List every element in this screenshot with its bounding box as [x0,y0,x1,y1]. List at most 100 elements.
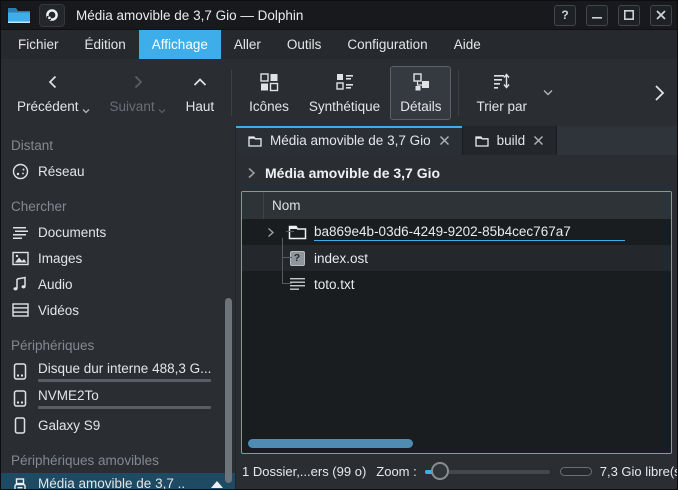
sidebar-item-label: Disque dur interne 488,3 G... [38,361,211,376]
details-view-icon [411,72,431,92]
details-view-label: Détails [400,99,441,114]
smartphone-icon [11,417,29,434]
sidebar-item-documents[interactable]: Documents [1,219,235,245]
folder-icon [286,224,308,240]
tree-line [282,238,283,284]
text-file-icon [286,277,308,291]
menu-outils[interactable]: Outils [274,30,335,59]
sidebar-item-audio[interactable]: Audio [1,271,235,297]
file-name: index.ost [314,251,368,266]
sidebar-item-label: Documents [38,225,106,240]
chevron-up-icon [192,72,208,92]
section-peripheriques: Périphériques [1,332,235,358]
menu-fichier[interactable]: Fichier [5,30,72,59]
menu-aide[interactable]: Aide [441,30,494,59]
window-body: Distant Réseau Chercher [1,126,677,489]
sidebar-item-reseau[interactable]: Réseau [1,158,235,184]
titlebar: Média amovible de 3,7 Gio — Dolphin ? [1,1,677,30]
tree-line [283,283,292,284]
toolbar-overflow-button[interactable] [653,84,665,102]
items-summary: 1 Dossier,...ers (99 o) [242,464,366,479]
menubar: Fichier Édition Affichage Aller Outils C… [1,30,677,59]
tabbar-empty-space [557,126,677,155]
sidebar-item-nvme2to[interactable]: NVME2To [1,385,235,412]
compact-view-button[interactable]: Synthétique [299,66,390,120]
window-menu-button[interactable] [39,4,65,27]
sidebar-item-videos[interactable]: Vidéos [1,297,235,323]
sidebar-item-disque-interne[interactable]: Disque dur interne 488,3 G... [1,358,235,385]
sidebar-item-images[interactable]: Images [1,245,235,271]
forward-button[interactable]: Suivant [100,66,176,120]
section-distant: Distant [1,132,235,158]
details-view-button[interactable]: Détails [390,66,451,120]
folder-app-icon [6,4,32,26]
sidebar-item-label: NVME2To [38,388,211,403]
tab-label: build [497,133,526,148]
section-peripheriques-amovibles: Périphériques amovibles [1,447,235,473]
file-view-panel: Nom ba869e4b-03d6-4249-9202- [241,191,672,454]
file-name: ba869e4b-03d6-4249-9202-85b4cec767a7 [314,224,625,241]
zoom-slider-handle[interactable] [431,462,449,480]
sidebar-item-galaxy-s9[interactable]: Galaxy S9 [1,412,235,438]
horizontal-scrollbar[interactable] [248,439,413,448]
file-row[interactable]: ? index.ost [242,245,671,271]
hard-drive-icon [11,363,29,380]
back-button[interactable]: Précédent [7,66,100,120]
icons-view-icon [259,72,279,92]
maximize-button[interactable] [618,5,640,26]
tab-close-icon[interactable] [533,135,544,146]
close-button[interactable] [650,5,672,26]
tab-label: Média amovible de 3,7 Gio [270,133,431,148]
tab-media-amovible[interactable]: Média amovible de 3,7 Gio [236,126,463,155]
dolphin-window: Média amovible de 3,7 Gio — Dolphin ? Fi… [0,0,678,490]
folder-icon [475,135,489,147]
icons-view-button[interactable]: Icônes [239,66,299,120]
file-row[interactable]: ba869e4b-03d6-4249-9202-85b4cec767a7 [242,219,671,245]
tree-line [286,231,294,232]
forward-label: Suivant [110,99,155,114]
menu-aller[interactable]: Aller [221,30,274,59]
sidebar-item-label: Galaxy S9 [38,418,100,433]
chevron-down-icon[interactable] [543,89,553,96]
breadcrumb-location[interactable]: Média amovible de 3,7 Gio [265,165,440,181]
minimize-button[interactable] [586,5,608,26]
chevron-right-icon[interactable] [247,167,256,179]
column-header-row: Nom [242,192,671,219]
capacity-bar [38,406,211,409]
header-gutter [242,192,264,219]
sidebar-item-media-amovible[interactable]: Média amovible de 3,7 ... [1,473,235,489]
zoom-slider[interactable] [425,461,550,483]
menu-affichage[interactable]: Affichage [139,30,221,59]
menu-edition[interactable]: Édition [72,30,139,59]
file-row[interactable]: toto.txt [242,271,671,297]
menu-configuration[interactable]: Configuration [334,30,440,59]
tab-close-icon[interactable] [439,135,450,146]
videos-icon [11,303,29,317]
up-button[interactable]: Haut [176,66,225,120]
sidebar-item-label: Images [38,251,82,266]
hard-drive-icon [11,390,29,407]
chevron-down-icon [82,108,90,114]
back-label: Précédent [17,99,79,114]
sort-by-button[interactable]: Trier par [466,66,537,120]
compact-view-icon [335,72,355,92]
tab-build[interactable]: build [463,126,558,155]
sidebar-item-label: Vidéos [38,303,79,318]
audio-icon [11,276,29,292]
expand-chevron-icon[interactable] [266,227,286,238]
sidebar-scrollbar[interactable] [225,298,232,483]
chevron-down-icon [158,108,166,114]
sort-by-label: Trier par [476,99,527,114]
eject-button[interactable] [209,480,225,489]
folder-icon [248,135,262,147]
toolbar-separator [231,70,232,116]
toolbar: Précédent Suivant Haut [1,59,677,126]
column-header-nom[interactable]: Nom [264,198,301,213]
sidebar-item-label: Média amovible de 3,7 ... [38,476,186,489]
places-panel: Distant Réseau Chercher [1,126,236,489]
zoom-label: Zoom : [376,464,416,479]
network-icon [11,163,29,180]
usb-drive-icon [11,478,29,489]
help-button[interactable]: ? [554,5,576,26]
sort-icon [492,72,512,92]
